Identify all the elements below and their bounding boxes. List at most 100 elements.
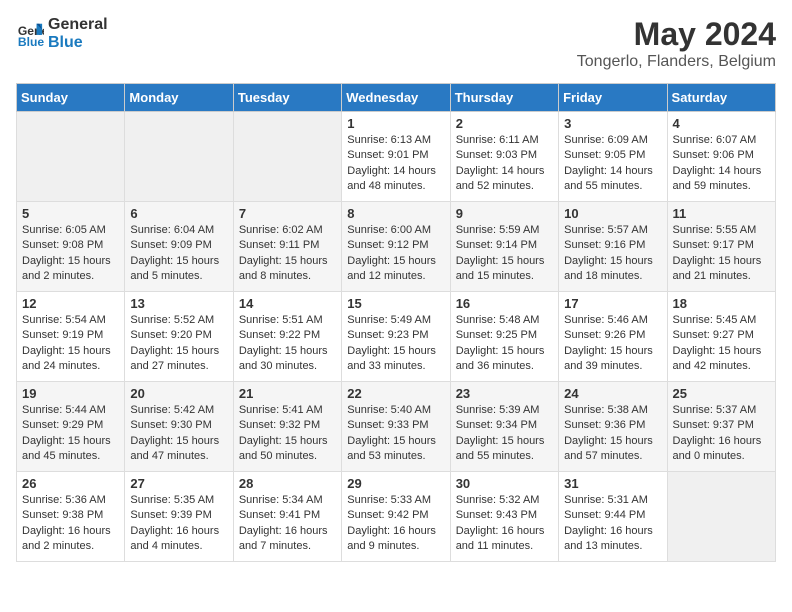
day-number: 15: [347, 296, 444, 311]
day-info: Sunrise: 5:41 AM Sunset: 9:32 PM Dayligh…: [239, 403, 336, 465]
day-info: Sunrise: 5:52 AM Sunset: 9:20 PM Dayligh…: [130, 313, 227, 375]
day-info: Sunrise: 5:37 AM Sunset: 9:37 PM Dayligh…: [673, 403, 770, 465]
calendar-cell: 27 Sunrise: 5:35 AM Sunset: 9:39 PM Dayli…: [125, 472, 233, 562]
calendar-cell: [125, 112, 233, 202]
calendar-cell: 30 Sunrise: 5:32 AM Sunset: 9:43 PM Dayli…: [450, 472, 558, 562]
day-number: 30: [456, 476, 553, 491]
day-number: 31: [564, 476, 661, 491]
calendar-week-row: 5 Sunrise: 6:05 AM Sunset: 9:08 PM Daylig…: [17, 202, 776, 292]
day-info: Sunrise: 6:07 AM Sunset: 9:06 PM Dayligh…: [673, 133, 770, 195]
day-info: Sunrise: 5:57 AM Sunset: 9:16 PM Dayligh…: [564, 223, 661, 285]
day-info: Sunrise: 6:05 AM Sunset: 9:08 PM Dayligh…: [22, 223, 119, 285]
day-number: 4: [673, 116, 770, 131]
calendar-cell: 7 Sunrise: 6:02 AM Sunset: 9:11 PM Daylig…: [233, 202, 341, 292]
day-info: Sunrise: 5:40 AM Sunset: 9:33 PM Dayligh…: [347, 403, 444, 465]
day-info: Sunrise: 6:09 AM Sunset: 9:05 PM Dayligh…: [564, 133, 661, 195]
calendar-cell: 5 Sunrise: 6:05 AM Sunset: 9:08 PM Daylig…: [17, 202, 125, 292]
day-number: 26: [22, 476, 119, 491]
weekday-header-wednesday: Wednesday: [342, 84, 450, 112]
calendar-header-row: SundayMondayTuesdayWednesdayThursdayFrid…: [17, 84, 776, 112]
day-number: 24: [564, 386, 661, 401]
day-info: Sunrise: 5:46 AM Sunset: 9:26 PM Dayligh…: [564, 313, 661, 375]
day-number: 3: [564, 116, 661, 131]
day-number: 13: [130, 296, 227, 311]
calendar-week-row: 1 Sunrise: 6:13 AM Sunset: 9:01 PM Daylig…: [17, 112, 776, 202]
day-info: Sunrise: 5:39 AM Sunset: 9:34 PM Dayligh…: [456, 403, 553, 465]
weekday-header-friday: Friday: [559, 84, 667, 112]
day-info: Sunrise: 5:48 AM Sunset: 9:25 PM Dayligh…: [456, 313, 553, 375]
calendar-cell: 22 Sunrise: 5:40 AM Sunset: 9:33 PM Dayli…: [342, 382, 450, 472]
day-info: Sunrise: 5:54 AM Sunset: 9:19 PM Dayligh…: [22, 313, 119, 375]
calendar-cell: 20Sunrise: 5:42 AM Sunset: 9:30 PM Dayli…: [125, 382, 233, 472]
page-subtitle: Tongerlo, Flanders, Belgium: [577, 53, 776, 71]
day-number: 5: [22, 206, 119, 221]
calendar-cell: 15 Sunrise: 5:49 AM Sunset: 9:23 PM Dayli…: [342, 292, 450, 382]
page-header: General Blue General Blue May 2024 Tonge…: [16, 16, 776, 71]
day-number: 23: [456, 386, 553, 401]
weekday-header-thursday: Thursday: [450, 84, 558, 112]
calendar-cell: 23 Sunrise: 5:39 AM Sunset: 9:34 PM Dayli…: [450, 382, 558, 472]
day-info: Sunrise: 5:32 AM Sunset: 9:43 PM Dayligh…: [456, 493, 553, 555]
calendar-cell: 18Sunrise: 5:45 AM Sunset: 9:27 PM Dayli…: [667, 292, 775, 382]
calendar-week-row: 26Sunrise: 5:36 AM Sunset: 9:38 PM Dayli…: [17, 472, 776, 562]
calendar-cell: 9Sunrise: 5:59 AM Sunset: 9:14 PM Daylig…: [450, 202, 558, 292]
day-info: Sunrise: 6:00 AM Sunset: 9:12 PM Dayligh…: [347, 223, 444, 285]
calendar-cell: 24 Sunrise: 5:38 AM Sunset: 9:36 PM Dayli…: [559, 382, 667, 472]
day-info: Sunrise: 5:51 AM Sunset: 9:22 PM Dayligh…: [239, 313, 336, 375]
calendar-cell: 25Sunrise: 5:37 AM Sunset: 9:37 PM Dayli…: [667, 382, 775, 472]
day-number: 8: [347, 206, 444, 221]
calendar-cell: [233, 112, 341, 202]
logo-icon: General Blue: [16, 20, 44, 48]
day-number: 16: [456, 296, 553, 311]
day-number: 21: [239, 386, 336, 401]
calendar-cell: 21 Sunrise: 5:41 AM Sunset: 9:32 PM Dayli…: [233, 382, 341, 472]
calendar-week-row: 12 Sunrise: 5:54 AM Sunset: 9:19 PM Dayli…: [17, 292, 776, 382]
calendar-cell: 10Sunrise: 5:57 AM Sunset: 9:16 PM Dayli…: [559, 202, 667, 292]
calendar-cell: 31 Sunrise: 5:31 AM Sunset: 9:44 PM Dayli…: [559, 472, 667, 562]
day-number: 7: [239, 206, 336, 221]
logo-text-general: General: [48, 16, 108, 34]
day-number: 19: [22, 386, 119, 401]
day-info: Sunrise: 5:55 AM Sunset: 9:17 PM Dayligh…: [673, 223, 770, 285]
day-info: Sunrise: 6:13 AM Sunset: 9:01 PM Dayligh…: [347, 133, 444, 195]
weekday-header-monday: Monday: [125, 84, 233, 112]
calendar-cell: 12 Sunrise: 5:54 AM Sunset: 9:19 PM Dayli…: [17, 292, 125, 382]
day-info: Sunrise: 5:33 AM Sunset: 9:42 PM Dayligh…: [347, 493, 444, 555]
logo-text-blue: Blue: [48, 34, 108, 52]
day-info: Sunrise: 5:35 AM Sunset: 9:39 PM Dayligh…: [130, 493, 227, 555]
day-number: 14: [239, 296, 336, 311]
calendar-cell: 19Sunrise: 5:44 AM Sunset: 9:29 PM Dayli…: [17, 382, 125, 472]
day-info: Sunrise: 5:49 AM Sunset: 9:23 PM Dayligh…: [347, 313, 444, 375]
day-number: 22: [347, 386, 444, 401]
calendar-cell: 13 Sunrise: 5:52 AM Sunset: 9:20 PM Dayli…: [125, 292, 233, 382]
day-number: 11: [673, 206, 770, 221]
day-info: Sunrise: 5:42 AM Sunset: 9:30 PM Dayligh…: [130, 403, 227, 465]
calendar-week-row: 19Sunrise: 5:44 AM Sunset: 9:29 PM Dayli…: [17, 382, 776, 472]
logo: General Blue General Blue: [16, 16, 108, 51]
calendar-cell: 14 Sunrise: 5:51 AM Sunset: 9:22 PM Dayli…: [233, 292, 341, 382]
calendar-cell: 8 Sunrise: 6:00 AM Sunset: 9:12 PM Daylig…: [342, 202, 450, 292]
calendar-table: SundayMondayTuesdayWednesdayThursdayFrid…: [16, 83, 776, 562]
day-number: 6: [130, 206, 227, 221]
day-number: 17: [564, 296, 661, 311]
day-number: 12: [22, 296, 119, 311]
day-number: 27: [130, 476, 227, 491]
day-number: 1: [347, 116, 444, 131]
day-info: Sunrise: 5:34 AM Sunset: 9:41 PM Dayligh…: [239, 493, 336, 555]
calendar-cell: 28Sunrise: 5:34 AM Sunset: 9:41 PM Dayli…: [233, 472, 341, 562]
weekday-header-sunday: Sunday: [17, 84, 125, 112]
day-info: Sunrise: 6:02 AM Sunset: 9:11 PM Dayligh…: [239, 223, 336, 285]
calendar-cell: [667, 472, 775, 562]
calendar-cell: 1 Sunrise: 6:13 AM Sunset: 9:01 PM Daylig…: [342, 112, 450, 202]
weekday-header-tuesday: Tuesday: [233, 84, 341, 112]
calendar-cell: 29 Sunrise: 5:33 AM Sunset: 9:42 PM Dayli…: [342, 472, 450, 562]
day-number: 29: [347, 476, 444, 491]
weekday-header-saturday: Saturday: [667, 84, 775, 112]
day-info: Sunrise: 5:59 AM Sunset: 9:14 PM Dayligh…: [456, 223, 553, 285]
calendar-cell: 4 Sunrise: 6:07 AM Sunset: 9:06 PM Daylig…: [667, 112, 775, 202]
title-block: May 2024 Tongerlo, Flanders, Belgium: [577, 16, 776, 71]
day-info: Sunrise: 5:31 AM Sunset: 9:44 PM Dayligh…: [564, 493, 661, 555]
day-number: 2: [456, 116, 553, 131]
day-info: Sunrise: 6:11 AM Sunset: 9:03 PM Dayligh…: [456, 133, 553, 195]
day-info: Sunrise: 5:38 AM Sunset: 9:36 PM Dayligh…: [564, 403, 661, 465]
